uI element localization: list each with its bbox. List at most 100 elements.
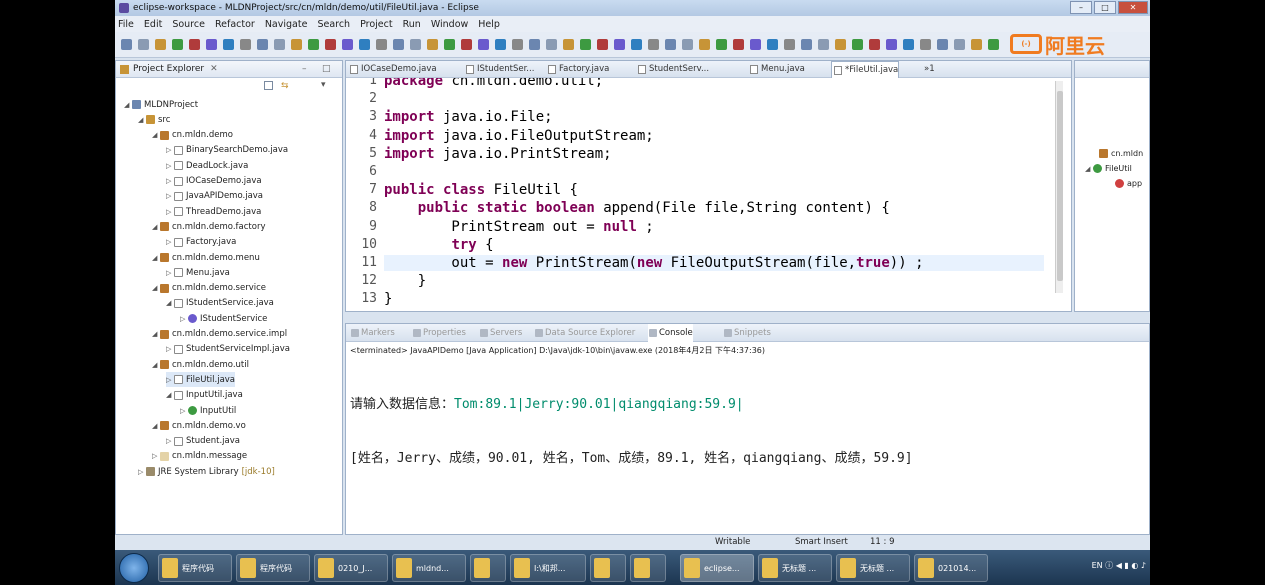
outline-class[interactable]: ◢ FileUtil (1085, 164, 1132, 173)
menu-help[interactable]: Help (478, 19, 500, 30)
toolbar-icon[interactable] (920, 39, 931, 50)
editor-tab[interactable]: StudentServ... (636, 61, 709, 78)
tree-item[interactable]: ▷ StudentServiceImpl.java (166, 342, 290, 357)
toolbar-icon[interactable] (886, 39, 897, 50)
tree-item[interactable]: ▷ Factory.java (166, 235, 236, 250)
menu-project[interactable]: Project (360, 19, 393, 30)
tree-item[interactable]: ◢ src (138, 112, 170, 127)
expand-arrow-icon[interactable]: ◢ (138, 116, 146, 124)
toolbar-icon[interactable] (563, 39, 574, 50)
code-area[interactable]: 1 package cn.mldn.demo.util; 2 3 import java… (346, 78, 1046, 311)
toolbar-icon[interactable] (461, 39, 472, 50)
toolbar-icon[interactable] (427, 39, 438, 50)
code-line[interactable]: public class FileUtil { (384, 182, 578, 198)
toolbar-icon[interactable] (172, 39, 183, 50)
expand-arrow-icon[interactable]: ▷ (166, 269, 174, 277)
code-line[interactable]: import java.io.File; (384, 109, 553, 125)
menu-search[interactable]: Search (317, 19, 350, 30)
toolbar-icon[interactable] (444, 39, 455, 50)
tree-item[interactable]: ▷ FileUtil.java (166, 372, 236, 388)
expand-arrow-icon[interactable]: ▷ (180, 315, 188, 323)
console-tab[interactable]: Markers (350, 324, 395, 342)
expand-arrow-icon[interactable]: ◢ (152, 254, 160, 262)
tree-item[interactable]: ▷ IOCaseDemo.java (166, 174, 262, 189)
expand-arrow-icon[interactable]: ▷ (166, 345, 174, 353)
console-tab[interactable]: Snippets (723, 324, 771, 342)
menu-refactor[interactable]: Refactor (215, 19, 255, 30)
taskbar-button[interactable]: 无标题 ... (836, 554, 910, 582)
toolbar-icon[interactable] (971, 39, 982, 50)
toolbar-icon[interactable] (733, 39, 744, 50)
taskbar-button[interactable]: 无标题 ... (758, 554, 832, 582)
toolbar-icon[interactable] (835, 39, 846, 50)
toolbar-icon[interactable] (546, 39, 557, 50)
tree-item[interactable]: ▷ BinarySearchDemo.java (166, 143, 288, 158)
menu-navigate[interactable]: Navigate (265, 19, 308, 30)
toolbar-icon[interactable] (291, 39, 302, 50)
tree-item[interactable]: ▷ Student.java (166, 434, 240, 449)
code-line[interactable]: public static boolean append(File file,S… (384, 200, 890, 216)
expand-arrow-icon[interactable]: ◢ (152, 131, 160, 139)
menu-source[interactable]: Source (172, 19, 205, 30)
toolbar-icon[interactable] (189, 39, 200, 50)
expand-arrow-icon[interactable]: ▷ (166, 162, 174, 170)
tree-item[interactable]: ◢ InputUtil.java (166, 388, 243, 403)
taskbar-button[interactable] (470, 554, 506, 582)
expand-arrow-icon[interactable]: ◢ (166, 299, 174, 307)
code-line[interactable]: } (384, 291, 392, 307)
code-line[interactable]: out = new PrintStream(new FileOutputStre… (384, 255, 1044, 271)
toolbar-icon[interactable] (308, 39, 319, 50)
expand-arrow-icon[interactable]: ◢ (152, 422, 160, 430)
tree-item[interactable]: ◢ cn.mldn.demo (152, 128, 233, 143)
toolbar-icon[interactable] (257, 39, 268, 50)
toolbar-icon[interactable] (580, 39, 591, 50)
toolbar-icon[interactable] (597, 39, 608, 50)
minimize-view-icon[interactable]: – (302, 64, 307, 74)
toolbar-icon[interactable] (648, 39, 659, 50)
toolbar-icon[interactable] (614, 39, 625, 50)
tree-item[interactable]: ▷ cn.mldn.message (152, 449, 247, 464)
collapse-all-icon[interactable] (264, 81, 273, 90)
expand-arrow-icon[interactable]: ◢ (152, 223, 160, 231)
toolbar-icon[interactable] (750, 39, 761, 50)
toolbar-icon[interactable] (716, 39, 727, 50)
toolbar-icon[interactable] (155, 39, 166, 50)
tree-item[interactable]: ◢ cn.mldn.demo.menu (152, 250, 260, 265)
start-button[interactable] (119, 553, 149, 583)
tree-item[interactable]: ◢ cn.mldn.demo.service (152, 281, 266, 296)
editor-scrollbar[interactable] (1055, 81, 1063, 293)
console-tab[interactable]: Data Source Explorer (534, 324, 635, 342)
editor-tab[interactable]: IOCaseDemo.java (348, 61, 437, 78)
toolbar-icon[interactable] (665, 39, 676, 50)
toolbar-icon[interactable] (274, 39, 285, 50)
minimize-button[interactable]: – (1070, 1, 1092, 14)
code-line[interactable]: } (384, 273, 426, 289)
toolbar-icon[interactable] (682, 39, 693, 50)
tree-item[interactable]: ◢ cn.mldn.demo.service.impl (152, 327, 287, 342)
toolbar-icon[interactable] (818, 39, 829, 50)
toolbar-icon[interactable] (784, 39, 795, 50)
expand-arrow-icon[interactable]: ▷ (138, 468, 146, 476)
code-line[interactable]: PrintStream out = null ; (384, 219, 653, 235)
toolbar-icon[interactable] (206, 39, 217, 50)
expand-arrow-icon[interactable]: ▷ (166, 437, 174, 445)
toolbar-icon[interactable] (240, 39, 251, 50)
toolbar-icon[interactable] (903, 39, 914, 50)
tree-item[interactable]: ▷ Menu.java (166, 265, 230, 280)
toolbar-icon[interactable] (937, 39, 948, 50)
toolbar-icon[interactable] (410, 39, 421, 50)
taskbar-button[interactable] (630, 554, 666, 582)
toolbar-icon[interactable] (529, 39, 540, 50)
toolbar-icon[interactable] (223, 39, 234, 50)
toolbar-icon[interactable] (138, 39, 149, 50)
tree-item[interactable]: ▷ JavaAPIDemo.java (166, 189, 263, 204)
taskbar-button[interactable]: eclipse... (680, 554, 754, 582)
toolbar-icon[interactable] (512, 39, 523, 50)
toolbar-icon[interactable] (325, 39, 336, 50)
console-tab[interactable]: Servers (479, 324, 522, 342)
tree-item[interactable]: ▷ JRE System Library [jdk-10] (138, 464, 275, 479)
maximize-button[interactable]: □ (1094, 1, 1116, 14)
toolbar-icon[interactable] (631, 39, 642, 50)
link-editor-icon[interactable]: ⇆ (281, 81, 289, 91)
expand-arrow-icon[interactable]: ▷ (152, 452, 160, 460)
